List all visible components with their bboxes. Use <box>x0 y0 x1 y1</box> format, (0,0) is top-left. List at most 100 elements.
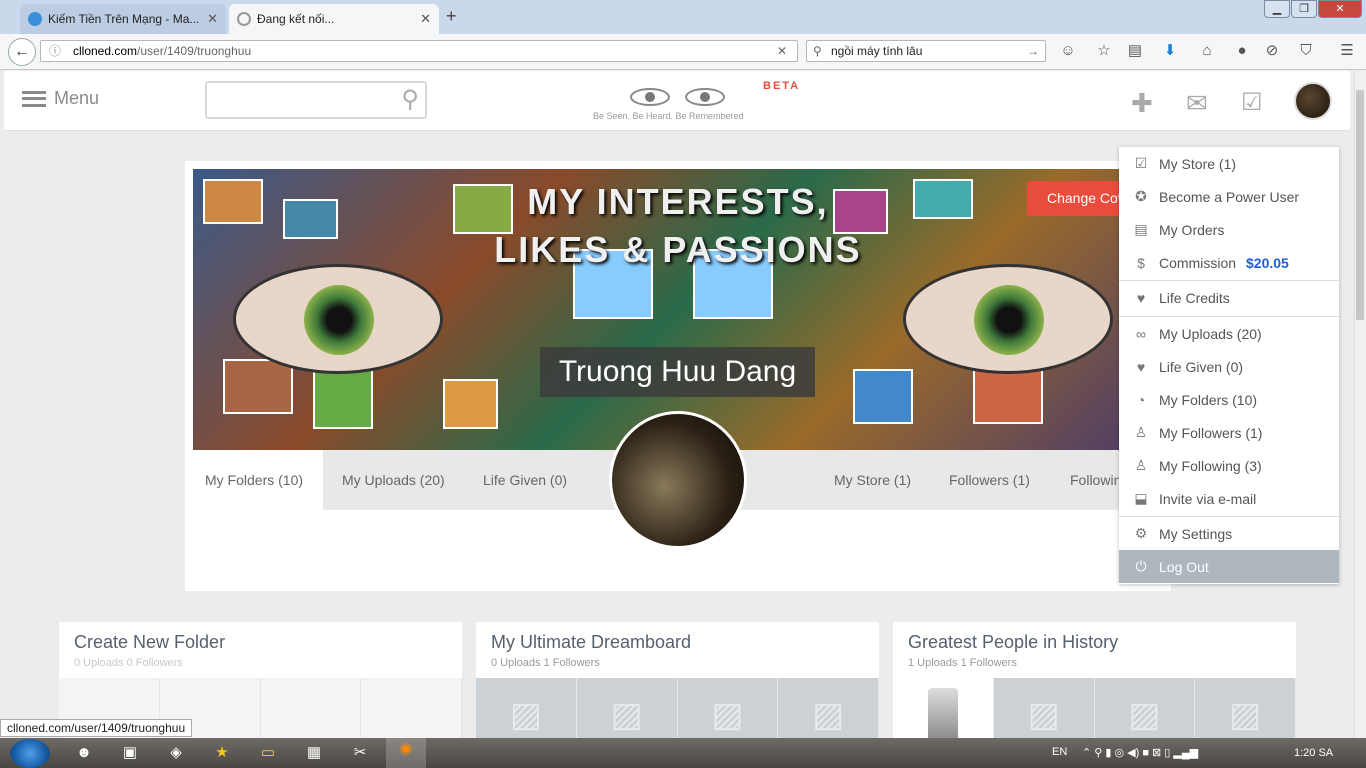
folder-meta: 0 Uploads 1 Followers <box>491 657 600 669</box>
check-square-icon: ☑ <box>1134 155 1148 171</box>
scrollbar-thumb[interactable] <box>1356 90 1364 320</box>
hamburger-menu-icon[interactable]: ☰ <box>1338 42 1356 60</box>
firefox-taskbar-icon[interactable]: ◉ <box>386 738 426 768</box>
network-app-icon[interactable]: ◈ <box>164 742 188 764</box>
start-button[interactable] <box>10 739 50 768</box>
star-circle-icon: ✪ <box>1135 188 1147 204</box>
search-value: ngồi máy tính lâu <box>831 44 923 58</box>
mail-icon[interactable]: ✉ <box>1186 88 1208 119</box>
dropdown-label: My Orders <box>1159 221 1225 238</box>
tab-life-given[interactable]: Life Given (0) <box>463 450 587 510</box>
folder-title: Create New Folder <box>74 632 226 652</box>
add-icon[interactable]: ✚ <box>1131 88 1153 119</box>
bookmark-star-icon[interactable]: ☆ <box>1095 42 1113 60</box>
search-icon[interactable]: ⚲ <box>401 85 419 114</box>
dropdown-my-followers[interactable]: ♙ My Followers (1) <box>1119 416 1339 449</box>
calendar-icon[interactable]: ☑ <box>1241 88 1263 117</box>
folder-card-dreamboard[interactable]: My Ultimate Dreamboard 0 Uploads 1 Follo… <box>476 622 879 752</box>
window-icon[interactable]: ▣ <box>118 742 142 764</box>
close-tab-icon[interactable]: ✕ <box>207 11 218 27</box>
browser-tab-2[interactable]: Đang kết nối... ✕ <box>229 4 439 34</box>
gear-icon: ⚙ <box>1134 525 1148 541</box>
search-go-icon[interactable]: → <box>1027 41 1039 61</box>
profile-name: Truong Huu Dang <box>540 347 815 397</box>
dropdown-my-uploads[interactable]: ∞ My Uploads (20) <box>1119 317 1339 350</box>
menu-button[interactable]: Menu <box>22 88 99 109</box>
status-bar-url: clloned.com/user/1409/truonghuu <box>0 719 193 737</box>
explorer-icon[interactable]: ▭ <box>256 742 280 764</box>
tab-my-uploads[interactable]: My Uploads (20) <box>322 450 465 510</box>
commission-value: $20.05 <box>1246 254 1289 271</box>
language-indicator[interactable]: EN <box>1052 746 1067 758</box>
profile-avatar[interactable] <box>609 411 747 549</box>
tool-icon[interactable]: ✂ <box>348 742 372 764</box>
cover-title-line-1: MY INTERESTS, <box>527 181 829 222</box>
shield-icon[interactable]: ⛉ <box>1297 42 1315 60</box>
star-app-icon[interactable]: ★ <box>210 742 234 764</box>
maximize-button[interactable]: ❐ <box>1291 0 1317 18</box>
tray-icons[interactable]: ⌃ ⚲ ▮ ◎ ◀) ■ ⊠ ▯ ▂▄▆ <box>1082 746 1198 759</box>
folder-meta: 0 Uploads 0 Followers <box>74 657 183 669</box>
dropdown-label: Invite via e-mail <box>1159 490 1257 507</box>
address-bar[interactable]: ⓘ clloned.com/user/1409/truonghuu ✕ <box>40 40 798 62</box>
home-icon[interactable]: ⌂ <box>1198 42 1216 60</box>
dropdown-label: Life Given (0) <box>1159 358 1244 375</box>
minimize-button[interactable]: ▁ <box>1264 0 1290 18</box>
dropdown-invite-email[interactable]: ⬓ Invite via e-mail <box>1119 482 1339 515</box>
dropdown-my-store[interactable]: ☑ My Store (1) <box>1119 147 1339 180</box>
addon-icon[interactable]: ☺ <box>1059 42 1077 60</box>
dropdown-label: My Uploads (20) <box>1159 325 1262 342</box>
user-avatar[interactable] <box>1294 82 1332 120</box>
dropdown-my-settings[interactable]: ⚙ My Settings <box>1119 517 1339 550</box>
dropdown-commission[interactable]: $ Commission $20.05 <box>1119 246 1339 279</box>
tab-label: Đang kết nối... <box>257 12 335 26</box>
dropdown-log-out[interactable]: ⏻ Log Out <box>1119 550 1339 583</box>
reading-list-icon[interactable]: ▤ <box>1126 42 1144 60</box>
loading-icon <box>237 12 251 26</box>
url-host: clloned.com <box>73 44 138 58</box>
url-path: /user/1409/truonghuu <box>137 44 252 58</box>
browser-tab-1[interactable]: Kiếm Tiền Trên Mạng - Ma... ✕ <box>20 4 226 34</box>
site-tagline: Be Seen. Be Heard. Be Remembered <box>593 111 744 121</box>
dollar-icon: $ <box>1137 254 1145 271</box>
site-favicon-icon <box>28 12 42 26</box>
clipboard-icon: ▤ <box>1134 221 1148 237</box>
close-window-button[interactable]: ✕ <box>1318 0 1362 18</box>
dropdown-label: My Followers (1) <box>1159 424 1263 441</box>
dropdown-my-orders[interactable]: ▤ My Orders <box>1119 213 1339 246</box>
folder-card-greatest-people[interactable]: Greatest People in History 1 Uploads 1 F… <box>893 622 1296 752</box>
block-icon[interactable]: ⊘ <box>1263 42 1281 60</box>
cover-title: MY INTERESTS, LIKES & PASSIONS <box>193 178 1163 274</box>
folder-title: Greatest People in History <box>908 632 1119 652</box>
messenger-icon[interactable]: ☻ <box>72 742 96 764</box>
logo-eye-left <box>630 88 670 106</box>
clock[interactable]: 1:20 SA <box>1294 747 1333 759</box>
dropdown-power-user[interactable]: ✪ Become a Power User <box>1119 180 1339 213</box>
tab-my-store[interactable]: My Store (1) <box>814 450 931 510</box>
new-tab-button[interactable]: + <box>446 6 457 27</box>
search-icon: ⚲ <box>813 44 822 58</box>
folder-meta: 1 Uploads 1 Followers <box>908 657 1017 669</box>
calculator-icon[interactable]: ▦ <box>302 742 326 764</box>
close-tab-icon[interactable]: ✕ <box>420 11 431 27</box>
stop-icon[interactable]: ✕ <box>777 41 787 61</box>
dropdown-my-following[interactable]: ♙ My Following (3) <box>1119 449 1339 482</box>
dropdown-label: My Store (1) <box>1159 155 1237 172</box>
users-icon: ♙ <box>1134 424 1148 440</box>
user-plus-icon: ♙ <box>1134 457 1148 473</box>
cover-eye-right <box>903 264 1113 374</box>
downloads-icon[interactable]: ⬇ <box>1161 42 1179 60</box>
menu-icon <box>22 90 46 107</box>
tab-label: Kiếm Tiền Trên Mạng - Ma... <box>48 12 200 26</box>
chat-icon[interactable]: ● <box>1233 42 1251 60</box>
info-icon[interactable]: ⓘ <box>49 41 61 61</box>
dropdown-my-folders[interactable]: ◔ My Folders (10) <box>1119 383 1339 416</box>
dropdown-life-given[interactable]: ♥ Life Given (0) <box>1119 350 1339 383</box>
dropdown-life-credits[interactable]: ♥ Life Credits <box>1119 281 1339 314</box>
tab-my-folders[interactable]: My Folders (10) <box>185 450 324 510</box>
site-search-input[interactable]: ⚲ <box>205 81 427 119</box>
browser-search-input[interactable]: ⚲ ngồi máy tính lâu → <box>806 40 1046 62</box>
tab-followers[interactable]: Followers (1) <box>929 450 1050 510</box>
back-button[interactable]: ← <box>8 38 36 66</box>
tab-following[interactable]: Following (3) <box>1050 450 1120 510</box>
